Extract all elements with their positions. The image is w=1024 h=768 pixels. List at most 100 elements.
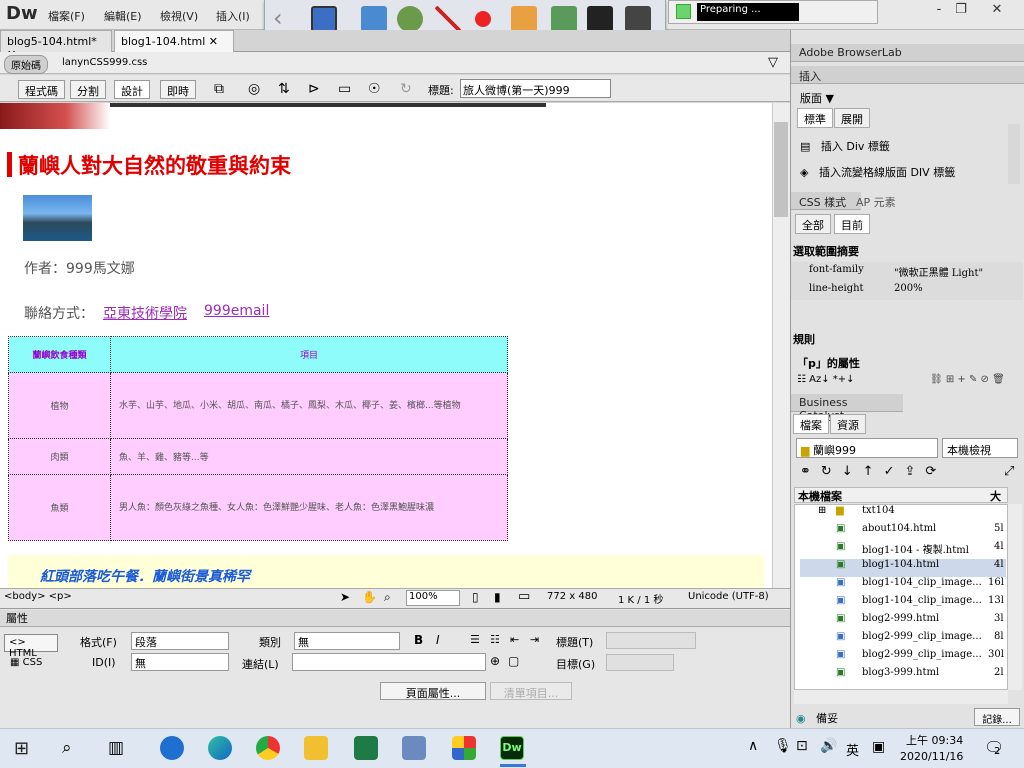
check-page-icon[interactable]: ☉ bbox=[368, 81, 381, 97]
search-icon[interactable]: ⌕ bbox=[62, 738, 72, 758]
network-icon[interactable]: ⊡ bbox=[796, 738, 808, 754]
window-size[interactable]: 772 x 480 bbox=[547, 591, 597, 602]
file-transfer-icon[interactable]: ⇅ bbox=[278, 81, 290, 97]
list-item[interactable]: ▣ blog1-104.html 4l bbox=[800, 559, 1006, 577]
list-item[interactable]: ▣ about104.html 5l bbox=[800, 523, 1006, 541]
class-select[interactable]: 無 bbox=[294, 632, 400, 650]
ordered-list-icon[interactable]: ☷ bbox=[490, 633, 500, 646]
list-item[interactable]: ▣ blog2-999_clip_image... 30l bbox=[800, 649, 1006, 667]
business-catalyst-tab[interactable]: Business Catalyst bbox=[791, 394, 903, 422]
chevron-up-icon[interactable]: ∧ bbox=[748, 738, 758, 754]
globe-icon[interactable]: ◎ bbox=[248, 81, 260, 97]
assets-tab[interactable]: 資源 bbox=[830, 414, 866, 434]
local-files-header[interactable]: 本機檔案 bbox=[794, 487, 1008, 503]
pointer-icon[interactable]: ➤ bbox=[340, 590, 350, 604]
excel-icon[interactable] bbox=[354, 736, 378, 760]
image-icon[interactable] bbox=[511, 6, 537, 32]
tab-blog1[interactable]: blog1-104.html ✕ bbox=[114, 30, 234, 52]
css-current-tab[interactable]: 目前 bbox=[834, 214, 870, 234]
expand-icon[interactable]: ⊞ bbox=[818, 505, 826, 516]
title-attr-input[interactable] bbox=[606, 632, 696, 649]
expand-icon[interactable]: ⤢ bbox=[1004, 464, 1014, 479]
prop-value[interactable]: 200% bbox=[894, 283, 923, 294]
control-panel-icon[interactable] bbox=[452, 736, 476, 760]
tab-expanded[interactable]: 展開 bbox=[834, 108, 870, 128]
debug-icon[interactable]: ⊳ bbox=[308, 81, 320, 97]
mobile-size-icon[interactable]: ▯ bbox=[472, 590, 479, 604]
browserlab-header[interactable]: Adobe BrowserLab bbox=[791, 44, 1024, 62]
upload-icon[interactable] bbox=[551, 6, 577, 32]
prop-name[interactable]: font-family bbox=[809, 264, 864, 275]
site-select[interactable]: ▆ 蘭嶼999 bbox=[796, 438, 938, 458]
title-input[interactable]: 旅人微博(第一天)999 bbox=[460, 79, 611, 98]
unordered-list-icon[interactable]: ☰ bbox=[470, 633, 480, 646]
tab-standard[interactable]: 標準 bbox=[797, 108, 833, 128]
indent-icon[interactable]: ⇥ bbox=[530, 633, 539, 646]
task-view-icon[interactable]: ▥ bbox=[108, 738, 124, 758]
monitor-icon[interactable] bbox=[361, 6, 387, 32]
insert-fluid-div-item[interactable]: ◈ 插入流變格線版面 DIV 標籤 bbox=[800, 164, 955, 180]
hand-icon[interactable]: ✋ bbox=[362, 590, 377, 604]
ime-icon[interactable]: ▣ bbox=[872, 739, 885, 755]
scrollbar-thumb[interactable] bbox=[774, 122, 788, 217]
ie-icon[interactable] bbox=[160, 736, 184, 760]
dreamweaver-taskbar-icon[interactable]: Dw bbox=[500, 736, 524, 760]
input-language[interactable]: 英 bbox=[846, 740, 859, 759]
zoom-select[interactable]: 100% bbox=[406, 590, 460, 606]
list-item[interactable]: ▣ blog1-104_clip_image... 16l bbox=[800, 577, 1006, 595]
edge-icon[interactable] bbox=[208, 736, 232, 760]
browse-folder-icon[interactable]: ▢ bbox=[508, 654, 519, 668]
back-arrow-icon[interactable]: ‹ bbox=[273, 6, 299, 32]
email-link[interactable]: 999email bbox=[204, 303, 269, 319]
record-icon[interactable] bbox=[475, 11, 491, 27]
menu-file[interactable]: 檔案(F) bbox=[48, 8, 85, 24]
file-list-hscrollbar[interactable] bbox=[794, 690, 1008, 704]
insert-header[interactable]: 插入 bbox=[791, 66, 1024, 84]
list-item[interactable]: ▣ blog2-999.html 3l bbox=[800, 613, 1006, 631]
source-code-button[interactable]: 原始碼 bbox=[4, 55, 48, 74]
target-select[interactable] bbox=[606, 654, 674, 671]
outdent-icon[interactable]: ⇤ bbox=[510, 633, 519, 646]
css-actions-icons[interactable]: ⛓ ⊞ + ✎ ⊘ 🗑 bbox=[930, 374, 1005, 385]
close-icon[interactable]: ✕ bbox=[209, 35, 218, 48]
css-styles-tab[interactable]: CSS 樣式 bbox=[791, 192, 861, 210]
screen-recorder-icon[interactable] bbox=[402, 736, 426, 760]
link-input[interactable] bbox=[292, 653, 486, 671]
bold-button[interactable]: B bbox=[414, 633, 423, 647]
list-item[interactable]: ▣ blog1-104_clip_image... 13l bbox=[800, 595, 1006, 613]
menu-insert[interactable]: 插入(I) bbox=[216, 8, 250, 24]
italic-button[interactable]: I bbox=[436, 633, 440, 647]
page-properties-button[interactable]: 頁面屬性... bbox=[380, 682, 486, 700]
list-item[interactable]: ▣ blog2-999_clip_image... 8l bbox=[800, 631, 1006, 649]
list-item[interactable]: ▣ blog1-104 - 複製.html 4l bbox=[800, 541, 1006, 559]
tablet-size-icon[interactable]: ▮ bbox=[494, 590, 501, 604]
file-tool-icons[interactable]: ⚭↻↓↑✓⇪⟳ bbox=[800, 464, 946, 479]
log-button[interactable]: 記錄... bbox=[974, 708, 1020, 726]
list-item[interactable]: ⊞ ▆ txt104 bbox=[800, 505, 1006, 523]
list-items-button[interactable]: 清單項目... bbox=[490, 682, 572, 700]
microphone-icon[interactable]: 🎙 bbox=[774, 738, 792, 754]
windows-start-icon[interactable]: ⊞ bbox=[14, 738, 29, 759]
sort-icons[interactable]: ☷ Az↓ *+↓ bbox=[797, 374, 855, 385]
pen-icon[interactable] bbox=[435, 6, 461, 32]
close-button[interactable]: ✕ bbox=[980, 0, 1014, 20]
size-header[interactable]: 大 bbox=[990, 488, 1001, 504]
menu-view[interactable]: 檢視(V) bbox=[160, 8, 198, 24]
file-explorer-icon[interactable] bbox=[304, 736, 328, 760]
css-all-tab[interactable]: 全部 bbox=[795, 214, 831, 234]
school-link[interactable]: 亞東技術學院 bbox=[103, 303, 187, 323]
prop-value[interactable]: "微軟正黑體 Light" bbox=[894, 264, 983, 279]
prop-name[interactable]: line-height bbox=[809, 283, 864, 294]
point-to-file-icon[interactable]: ⊕ bbox=[490, 654, 500, 668]
clock-date[interactable]: 2020/11/16 bbox=[900, 750, 963, 763]
multiscreen-icon[interactable]: ⧉ bbox=[214, 81, 224, 97]
css-file-link[interactable]: lanynCSS999.css bbox=[62, 57, 147, 68]
menu-edit[interactable]: 編輯(E) bbox=[104, 8, 142, 24]
ap-elements-tab[interactable]: AP 元素 bbox=[856, 194, 896, 210]
design-view-button[interactable]: 設計 bbox=[114, 80, 150, 99]
zoom-icon[interactable]: ⌕ bbox=[384, 590, 391, 605]
view-select[interactable]: 本機檢視 bbox=[942, 438, 1018, 458]
live-view-button[interactable]: 即時 bbox=[160, 80, 196, 99]
css-mode-button[interactable]: ▦ CSS bbox=[10, 657, 42, 668]
filter-icon[interactable]: ▽ bbox=[768, 55, 778, 70]
